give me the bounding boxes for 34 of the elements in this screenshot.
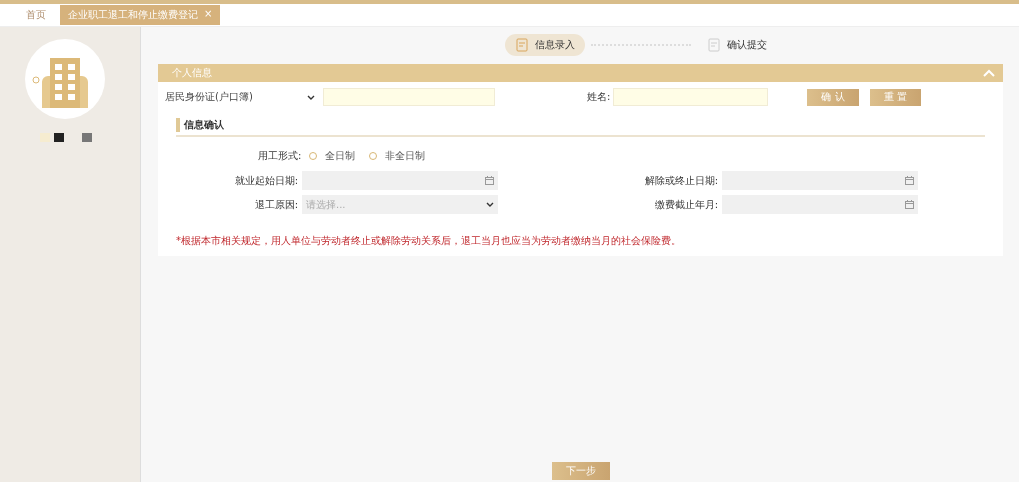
collapse-icon[interactable] [983, 69, 995, 77]
form-button[interactable]: 重 置 [869, 88, 921, 106]
notice-text: *根据本市相关规定，用人单位与劳动者终止或解除劳动关系后，退工当月也应当为劳动者缴纳当月的社会保险费。 [175, 234, 682, 248]
field-label: 解除或终止日期: [643, 173, 718, 188]
document-icon [514, 38, 529, 52]
calendar-icon[interactable] [905, 176, 914, 185]
chevron-down-icon[interactable] [307, 94, 315, 100]
date-field[interactable] [722, 171, 918, 190]
calendar-icon[interactable] [485, 176, 494, 185]
section-title: 信息确认 [176, 118, 985, 132]
id-number-field[interactable] [323, 88, 495, 106]
radio-option[interactable]: 全日制 [309, 149, 356, 163]
theme-swatch-icon[interactable] [40, 133, 92, 142]
calendar-icon[interactable] [905, 200, 914, 209]
step-indicator: 确认提交 [696, 34, 777, 56]
date-field[interactable] [722, 195, 918, 214]
form-button[interactable]: 确 认 [807, 88, 859, 106]
page-tab[interactable]: 企业职工退工和停止缴费登记 × [60, 5, 221, 25]
select-field[interactable]: 请选择... [302, 195, 498, 214]
date-field[interactable] [302, 171, 498, 190]
panel-title: 个人信息 [172, 66, 212, 80]
next-button[interactable]: 下一步 [551, 462, 610, 480]
field-label: 姓名: [587, 90, 611, 104]
radio-option[interactable]: 非全日制 [369, 149, 426, 163]
step-indicator: 信息录入 [504, 34, 585, 56]
field-label: 用工形式: [258, 149, 302, 163]
field-label: 就业起始日期: [233, 173, 298, 188]
field-label: 缴费截止年月: [653, 197, 718, 212]
chevron-down-icon[interactable] [486, 202, 494, 207]
field-label: 退工原因: [253, 197, 298, 212]
page-tab[interactable]: 首页 [18, 5, 54, 25]
close-icon[interactable]: × [204, 8, 213, 22]
name-field[interactable] [613, 88, 769, 106]
document-icon [706, 38, 721, 52]
